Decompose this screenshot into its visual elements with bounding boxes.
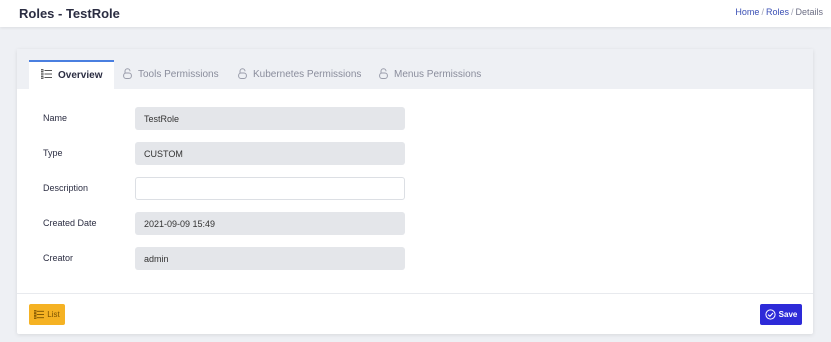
tab-kubernetes-permissions-label: Kubernetes Permissions — [253, 69, 362, 80]
created-date-field: 2021-09-09 15:49 — [135, 212, 405, 235]
list-icon — [40, 69, 52, 82]
save-button[interactable]: Save — [760, 304, 802, 325]
check-circle-icon — [765, 309, 776, 320]
breadcrumb-separator: / — [761, 7, 764, 17]
breadcrumb-home-link[interactable]: Home — [735, 7, 759, 17]
list-button[interactable]: List — [29, 304, 65, 325]
name-value: TestRole — [144, 113, 180, 124]
breadcrumb-current: Details — [795, 7, 823, 17]
creator-field: admin — [135, 247, 405, 270]
top-header: Roles - TestRole Home / Roles / Details — [0, 0, 831, 27]
list-icon — [34, 310, 45, 319]
description-input[interactable] — [135, 177, 405, 200]
type-label: Type — [43, 148, 63, 158]
creator-label: Creator — [43, 253, 74, 263]
lock-icon — [238, 67, 247, 82]
name-field: TestRole — [135, 107, 405, 130]
tab-overview[interactable]: Overview — [29, 60, 115, 89]
tab-kubernetes-permissions[interactable]: Kubernetes Permissions — [238, 60, 361, 89]
type-field: CUSTOM — [135, 142, 405, 165]
breadcrumb-roles-link[interactable]: Roles — [766, 7, 789, 17]
role-details-card: Overview Tools Permissions Kubernetes Pe… — [17, 49, 813, 334]
save-button-label: Save — [778, 310, 798, 319]
created-date-value: 2021-09-09 15:49 — [144, 218, 216, 229]
name-label: Name — [43, 113, 68, 123]
page-title: Roles - TestRole — [19, 6, 120, 21]
tab-overview-label: Overview — [58, 70, 103, 81]
breadcrumb-separator: / — [790, 7, 794, 17]
lock-icon — [379, 67, 388, 82]
tab-menus-permissions-label: Menus Permissions — [394, 69, 482, 80]
breadcrumb: Home / Roles / Details — [735, 7, 823, 17]
description-label: Description — [43, 183, 89, 193]
footer-divider — [17, 293, 813, 294]
created-date-label: Created Date — [43, 218, 97, 228]
tab-bar: Overview Tools Permissions Kubernetes Pe… — [17, 49, 813, 89]
type-value: CUSTOM — [144, 148, 183, 159]
tab-menus-permissions[interactable]: Menus Permissions — [379, 60, 481, 89]
list-button-label: List — [47, 310, 60, 319]
tab-tools-permissions-label: Tools Permissions — [138, 69, 219, 80]
lock-icon — [123, 67, 132, 82]
tab-tools-permissions[interactable]: Tools Permissions — [123, 60, 219, 89]
creator-value: admin — [144, 253, 169, 264]
